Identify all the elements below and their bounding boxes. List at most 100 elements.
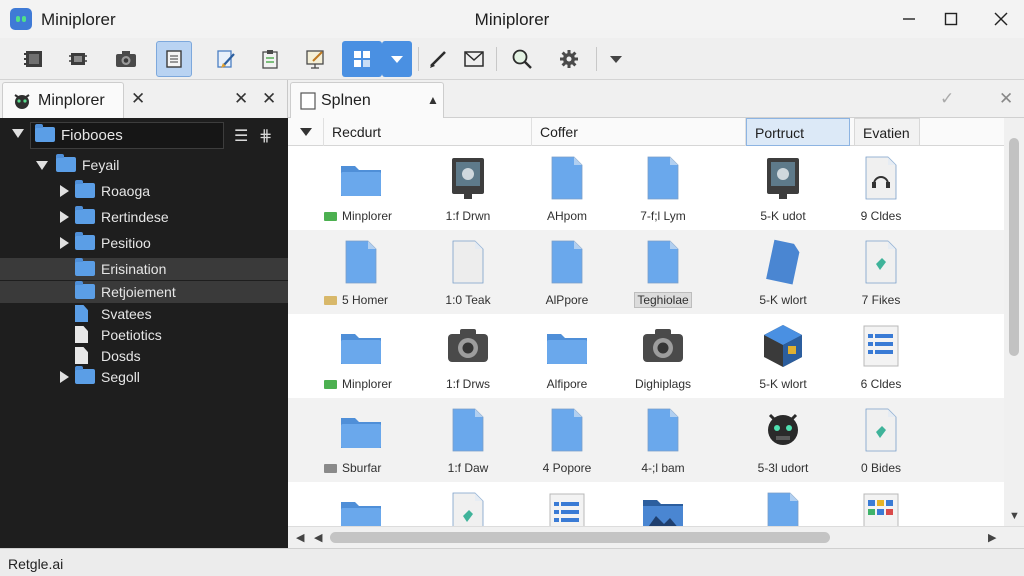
collapse-arrow-icon[interactable] bbox=[60, 237, 69, 249]
puzzle-button[interactable] bbox=[342, 41, 382, 77]
tree-item[interactable]: Retjoiement bbox=[0, 281, 288, 303]
search-button[interactable] bbox=[504, 41, 540, 77]
column-evatien[interactable]: Evatien bbox=[854, 118, 920, 146]
close-right-panel-button[interactable]: ✕ bbox=[999, 90, 1013, 107]
collapse-arrow-icon[interactable]: ▲ bbox=[427, 93, 439, 107]
tree-item[interactable]: Pesitioo bbox=[0, 232, 288, 254]
tree-item[interactable]: Poetiotics bbox=[0, 324, 288, 346]
file-row: Minplorer 1:f Drws Alfipore Dighiplags 5-K w… bbox=[288, 314, 1004, 398]
column-recdurt[interactable]: Recdurt bbox=[324, 118, 532, 146]
clipboard-icon bbox=[262, 50, 278, 69]
file-item[interactable] bbox=[828, 482, 934, 526]
close-pane-button[interactable]: ✕ bbox=[262, 90, 276, 107]
root-path-box[interactable] bbox=[30, 122, 224, 149]
file-label-wrap: Alfipore bbox=[514, 377, 620, 391]
scroll-right-arrow-icon[interactable]: ▶ bbox=[988, 531, 996, 544]
tab-label: Minplorer bbox=[38, 92, 105, 109]
file-label: AlPpore bbox=[545, 293, 589, 307]
file-item[interactable]: Teghiolae bbox=[610, 230, 716, 314]
expand-arrow-icon[interactable] bbox=[36, 161, 48, 170]
collapse-arrow-icon[interactable] bbox=[60, 211, 69, 223]
file-item[interactable]: 5-K wlort bbox=[730, 230, 836, 314]
file-item[interactable] bbox=[514, 482, 620, 526]
file-label: 9 Cldes bbox=[860, 209, 902, 223]
list-view-icon[interactable]: ☰ bbox=[234, 126, 248, 146]
file-item[interactable]: 9 Cldes bbox=[828, 146, 934, 230]
tree-item-label: Dosds bbox=[101, 348, 141, 364]
file-item[interactable]: 7 Fikes bbox=[828, 230, 934, 314]
puzzle-dropdown-button[interactable] bbox=[382, 41, 412, 77]
tab-miniplorer[interactable]: Minplorer bbox=[2, 82, 124, 118]
tree-item[interactable]: Fiobooes ☰ ⋕ bbox=[0, 120, 288, 149]
column-portruct[interactable]: Portruct bbox=[746, 118, 850, 146]
file-item[interactable]: 5 Homer bbox=[288, 230, 415, 314]
column-coffer[interactable]: Coffer bbox=[532, 118, 746, 146]
edit-board-button[interactable] bbox=[298, 41, 334, 77]
collapse-arrow-icon[interactable] bbox=[60, 185, 69, 197]
file-item[interactable]: Alfipore bbox=[514, 314, 620, 398]
tree-item[interactable]: Roaoga bbox=[0, 180, 288, 202]
file-item[interactable]: 7-f;l Lym bbox=[610, 146, 716, 230]
film-strip-button[interactable] bbox=[16, 41, 52, 77]
tree-item-label: Pesitioo bbox=[101, 235, 151, 251]
tree-item[interactable]: Svatees bbox=[0, 303, 288, 325]
file-item[interactable]: 0 Bides bbox=[828, 398, 934, 482]
file-item[interactable]: 5-K udot bbox=[730, 146, 836, 230]
file-icon bbox=[75, 305, 88, 322]
collapse-arrow-icon[interactable] bbox=[60, 371, 69, 383]
maximize-button[interactable] bbox=[928, 0, 974, 38]
scroll-left-arrow-icon[interactable]: ◀ bbox=[296, 531, 304, 544]
file-label: 7 Fikes bbox=[861, 293, 901, 307]
file-item[interactable]: AlPpore bbox=[514, 230, 620, 314]
chip-button[interactable] bbox=[60, 41, 96, 77]
file-item[interactable]: 1:0 Teak bbox=[415, 230, 521, 314]
file-item[interactable]: Dighiplags bbox=[610, 314, 716, 398]
file-item[interactable]: 5-3l udort bbox=[730, 398, 836, 482]
scroll-left-arrow-icon[interactable]: ◀ bbox=[314, 531, 322, 544]
clipboard-button[interactable] bbox=[252, 41, 288, 77]
file-item[interactable]: Minplorer bbox=[288, 314, 415, 398]
vertical-scrollbar[interactable]: ▼ bbox=[1004, 118, 1024, 526]
vertical-scroll-thumb[interactable] bbox=[1009, 138, 1019, 356]
file-item[interactable] bbox=[415, 482, 521, 526]
file-item[interactable] bbox=[288, 482, 415, 526]
file-item[interactable]: AHpom bbox=[514, 146, 620, 230]
file-item[interactable]: Minplorer bbox=[288, 146, 415, 230]
sort-toggle[interactable] bbox=[288, 118, 324, 146]
file-item[interactable]: 4 Popore bbox=[514, 398, 620, 482]
close-tab-button[interactable]: ✕ bbox=[131, 90, 145, 107]
confirm-check-icon[interactable]: ✓ bbox=[940, 90, 954, 107]
minimize-button[interactable] bbox=[886, 0, 932, 38]
tab-splnen[interactable]: Splnen ▲ bbox=[290, 82, 444, 118]
tree-item[interactable]: Feyail bbox=[0, 154, 288, 176]
package-icon bbox=[760, 322, 806, 375]
toolbar-overflow-button[interactable] bbox=[598, 41, 634, 77]
mail-button[interactable] bbox=[456, 41, 492, 77]
tree-item[interactable]: Erisination bbox=[0, 258, 288, 280]
grid-view-icon[interactable]: ⋕ bbox=[259, 126, 272, 146]
document-view-button[interactable] bbox=[156, 41, 192, 77]
file-item[interactable]: Sburfar bbox=[288, 398, 415, 482]
file-item[interactable]: 4-;l bam bbox=[610, 398, 716, 482]
file-item[interactable]: 5-K wlort bbox=[730, 314, 836, 398]
pencil-doc-button[interactable] bbox=[208, 41, 244, 77]
close-button[interactable] bbox=[978, 0, 1024, 38]
file-item[interactable] bbox=[730, 482, 836, 526]
pen-button[interactable] bbox=[420, 41, 456, 77]
expand-arrow-icon[interactable] bbox=[12, 129, 24, 138]
file-item[interactable] bbox=[610, 482, 716, 526]
scroll-down-arrow-icon[interactable]: ▼ bbox=[1009, 510, 1020, 522]
settings-button[interactable] bbox=[551, 41, 587, 77]
horizontal-scrollbar[interactable]: ◀ ◀ ▶ bbox=[288, 526, 1024, 548]
file-item[interactable]: 1:f Drws bbox=[415, 314, 521, 398]
horizontal-scroll-thumb[interactable] bbox=[330, 532, 830, 543]
tree-item[interactable]: Dosds bbox=[0, 345, 288, 367]
close-panel-button[interactable]: ✕ bbox=[234, 90, 248, 107]
file-item[interactable]: 6 Cldes bbox=[828, 314, 934, 398]
file-item[interactable]: 1:f Daw bbox=[415, 398, 521, 482]
camera-button[interactable] bbox=[108, 41, 144, 77]
tree-item[interactable]: Rertindese bbox=[0, 206, 288, 228]
file-item[interactable]: 1:f Drwn bbox=[415, 146, 521, 230]
tree-item[interactable]: Segoll bbox=[0, 366, 288, 388]
file-label: Minplorer bbox=[342, 377, 393, 391]
